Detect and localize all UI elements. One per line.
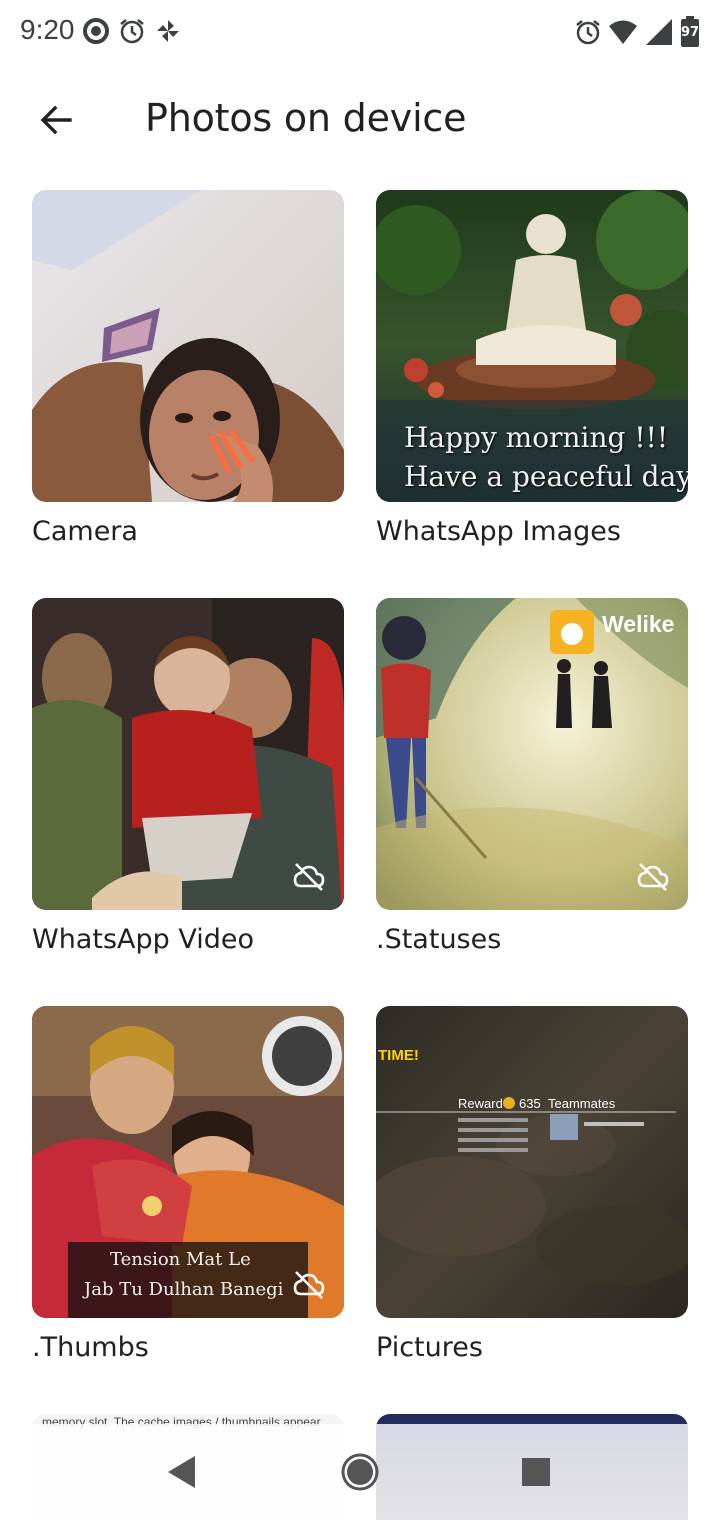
game-text: TIME!: [378, 1047, 419, 1064]
folder-pictures[interactable]: TIME! Reward 635 Teammates Pictures: [376, 1006, 688, 1363]
folder-thumbnail: Happy morning !!! Have a peaceful day: [376, 190, 688, 502]
folder-label: WhatsApp Video: [32, 924, 254, 955]
home-circle-icon: [341, 1453, 379, 1491]
folder-whatsapp-images[interactable]: Happy morning !!! Have a peaceful day Wh…: [376, 190, 688, 547]
folder-label: Camera: [32, 516, 138, 547]
folder-camera[interactable]: Camera: [32, 190, 344, 547]
overlay-line: Happy morning !!!: [404, 421, 668, 454]
folder-grid: Camera Happy morning !!! Have a peaceful…: [0, 0, 720, 1520]
folder-thumbnail: Tension Mat Le Jab Tu Dulhan Banegi: [32, 1006, 344, 1318]
folder-label: Pictures: [376, 1332, 483, 1363]
folder-thumbnail: Welike: [376, 598, 688, 910]
navigation-bar: [0, 1424, 720, 1520]
cloud-off-icon: [293, 863, 325, 891]
back-triangle-icon: [168, 1456, 195, 1488]
nav-recents-button[interactable]: [512, 1448, 560, 1496]
folder-statuses[interactable]: Welike .Statuses: [376, 598, 688, 955]
overlay-line: Have a peaceful day: [404, 460, 688, 493]
folder-thumbnail: [32, 598, 344, 910]
folder-label: WhatsApp Images: [376, 516, 621, 547]
folder-thumbnail: [32, 190, 344, 502]
folder-label: .Statuses: [376, 924, 502, 955]
overlay-line: Tension Mat Le: [110, 1249, 251, 1270]
recents-square-icon: [522, 1458, 550, 1486]
overlay-line: Jab Tu Dulhan Banegi: [82, 1279, 284, 1300]
nav-back-button[interactable]: [158, 1448, 206, 1496]
game-text: Teammates: [548, 1096, 616, 1111]
folder-thumbnail: TIME! Reward 635 Teammates: [376, 1006, 688, 1318]
welike-logo-text: Welike: [602, 611, 674, 637]
folder-whatsapp-video[interactable]: WhatsApp Video: [32, 598, 344, 955]
game-text: 635: [519, 1096, 541, 1111]
cloud-off-icon: [637, 863, 669, 891]
game-text: Reward: [458, 1096, 503, 1111]
folder-thumbs[interactable]: Tension Mat Le Jab Tu Dulhan Banegi .Thu…: [32, 1006, 344, 1363]
folder-label: .Thumbs: [32, 1332, 149, 1363]
nav-home-button[interactable]: [336, 1448, 384, 1496]
cloud-off-icon: [293, 1271, 325, 1299]
